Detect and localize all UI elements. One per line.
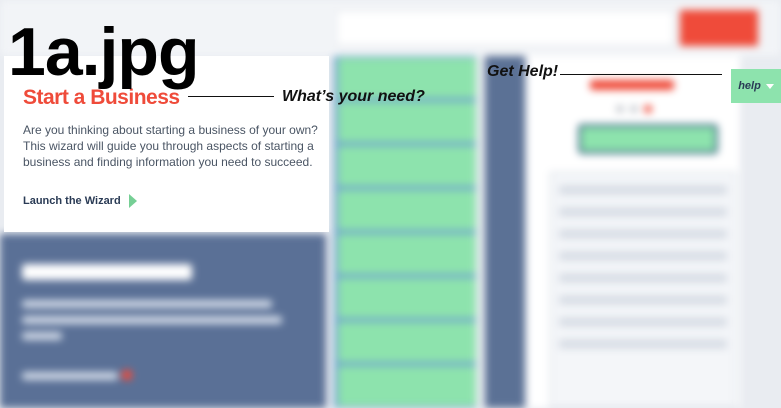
topic-item[interactable] [338,234,476,274]
help-tab-button[interactable]: help [731,69,781,103]
blurred-form [550,172,736,408]
divider-column [485,56,525,408]
blurred-link-icon [122,370,132,380]
topic-item[interactable] [338,278,476,318]
search-button[interactable] [680,10,758,46]
get-help-annotation: Get Help! [487,63,559,80]
image-filename-label: 1a.jpg [8,14,199,90]
blurred-panel-title [590,80,674,90]
need-leader-line [188,96,274,97]
topic-item[interactable] [338,146,476,186]
chevron-down-icon [765,83,774,89]
ribbon-banner [578,124,718,154]
launch-wizard-link[interactable]: Launch the Wizard [23,194,137,208]
topic-item[interactable] [338,190,476,230]
blurred-link[interactable] [22,372,118,380]
blurred-text-line [22,316,282,324]
play-triangle-icon [128,194,137,208]
topic-list [338,58,476,408]
topic-item[interactable] [338,102,476,142]
blurred-text-line [22,332,62,340]
blurred-heading [22,264,192,280]
help-leader-line [560,74,722,75]
topic-item[interactable] [338,366,476,406]
search-input[interactable] [336,10,674,46]
card-description: Are you thinking about starting a busine… [23,123,318,170]
whats-your-need-annotation: What’s your need? [282,88,425,105]
topic-item[interactable] [338,322,476,362]
blurred-text-line [22,300,272,308]
launch-wizard-label: Launch the Wizard [23,195,121,207]
help-tab-label: help [738,80,761,92]
carousel-dots[interactable] [616,100,676,113]
